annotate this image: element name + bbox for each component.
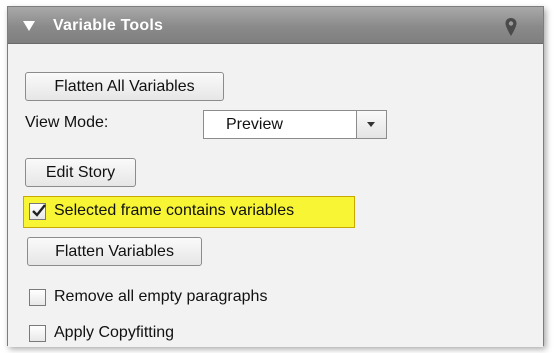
flatten-variables-button[interactable]: Flatten Variables [27,237,202,266]
apply-copyfitting-label: Apply Copyfitting [54,324,175,341]
chevron-down-icon [367,122,375,127]
triangle-down-icon[interactable] [23,21,35,31]
panel-title: Variable Tools [53,17,164,34]
remove-empty-checkbox[interactable] [29,288,46,306]
apply-copyfitting-checkbox-row[interactable]: Apply Copyfitting [29,324,174,342]
selected-frame-checkbox-row[interactable]: Selected frame contains variables [29,202,294,220]
panel-header[interactable]: Variable Tools [8,7,543,44]
variable-tools-panel: Variable Tools Flatten All Variables Vie… [7,6,544,347]
selected-frame-label: Selected frame contains variables [54,202,295,219]
flatten-all-variables-button[interactable]: Flatten All Variables [25,72,224,101]
view-mode-label: View Mode: [25,114,109,131]
view-mode-value: Preview [226,116,283,133]
panel-content: Flatten All Variables View Mode: Preview… [8,44,543,347]
view-mode-select[interactable]: Preview [203,110,387,139]
map-pin-icon[interactable] [504,17,518,37]
view-mode-dropdown-button[interactable] [356,111,386,138]
edit-story-button[interactable]: Edit Story [25,158,136,187]
apply-copyfitting-checkbox[interactable] [29,324,46,342]
remove-empty-label: Remove all empty paragraphs [54,288,268,305]
checkmark-icon [32,203,46,217]
remove-empty-checkbox-row[interactable]: Remove all empty paragraphs [29,288,267,306]
selected-frame-checkbox[interactable] [29,202,46,220]
